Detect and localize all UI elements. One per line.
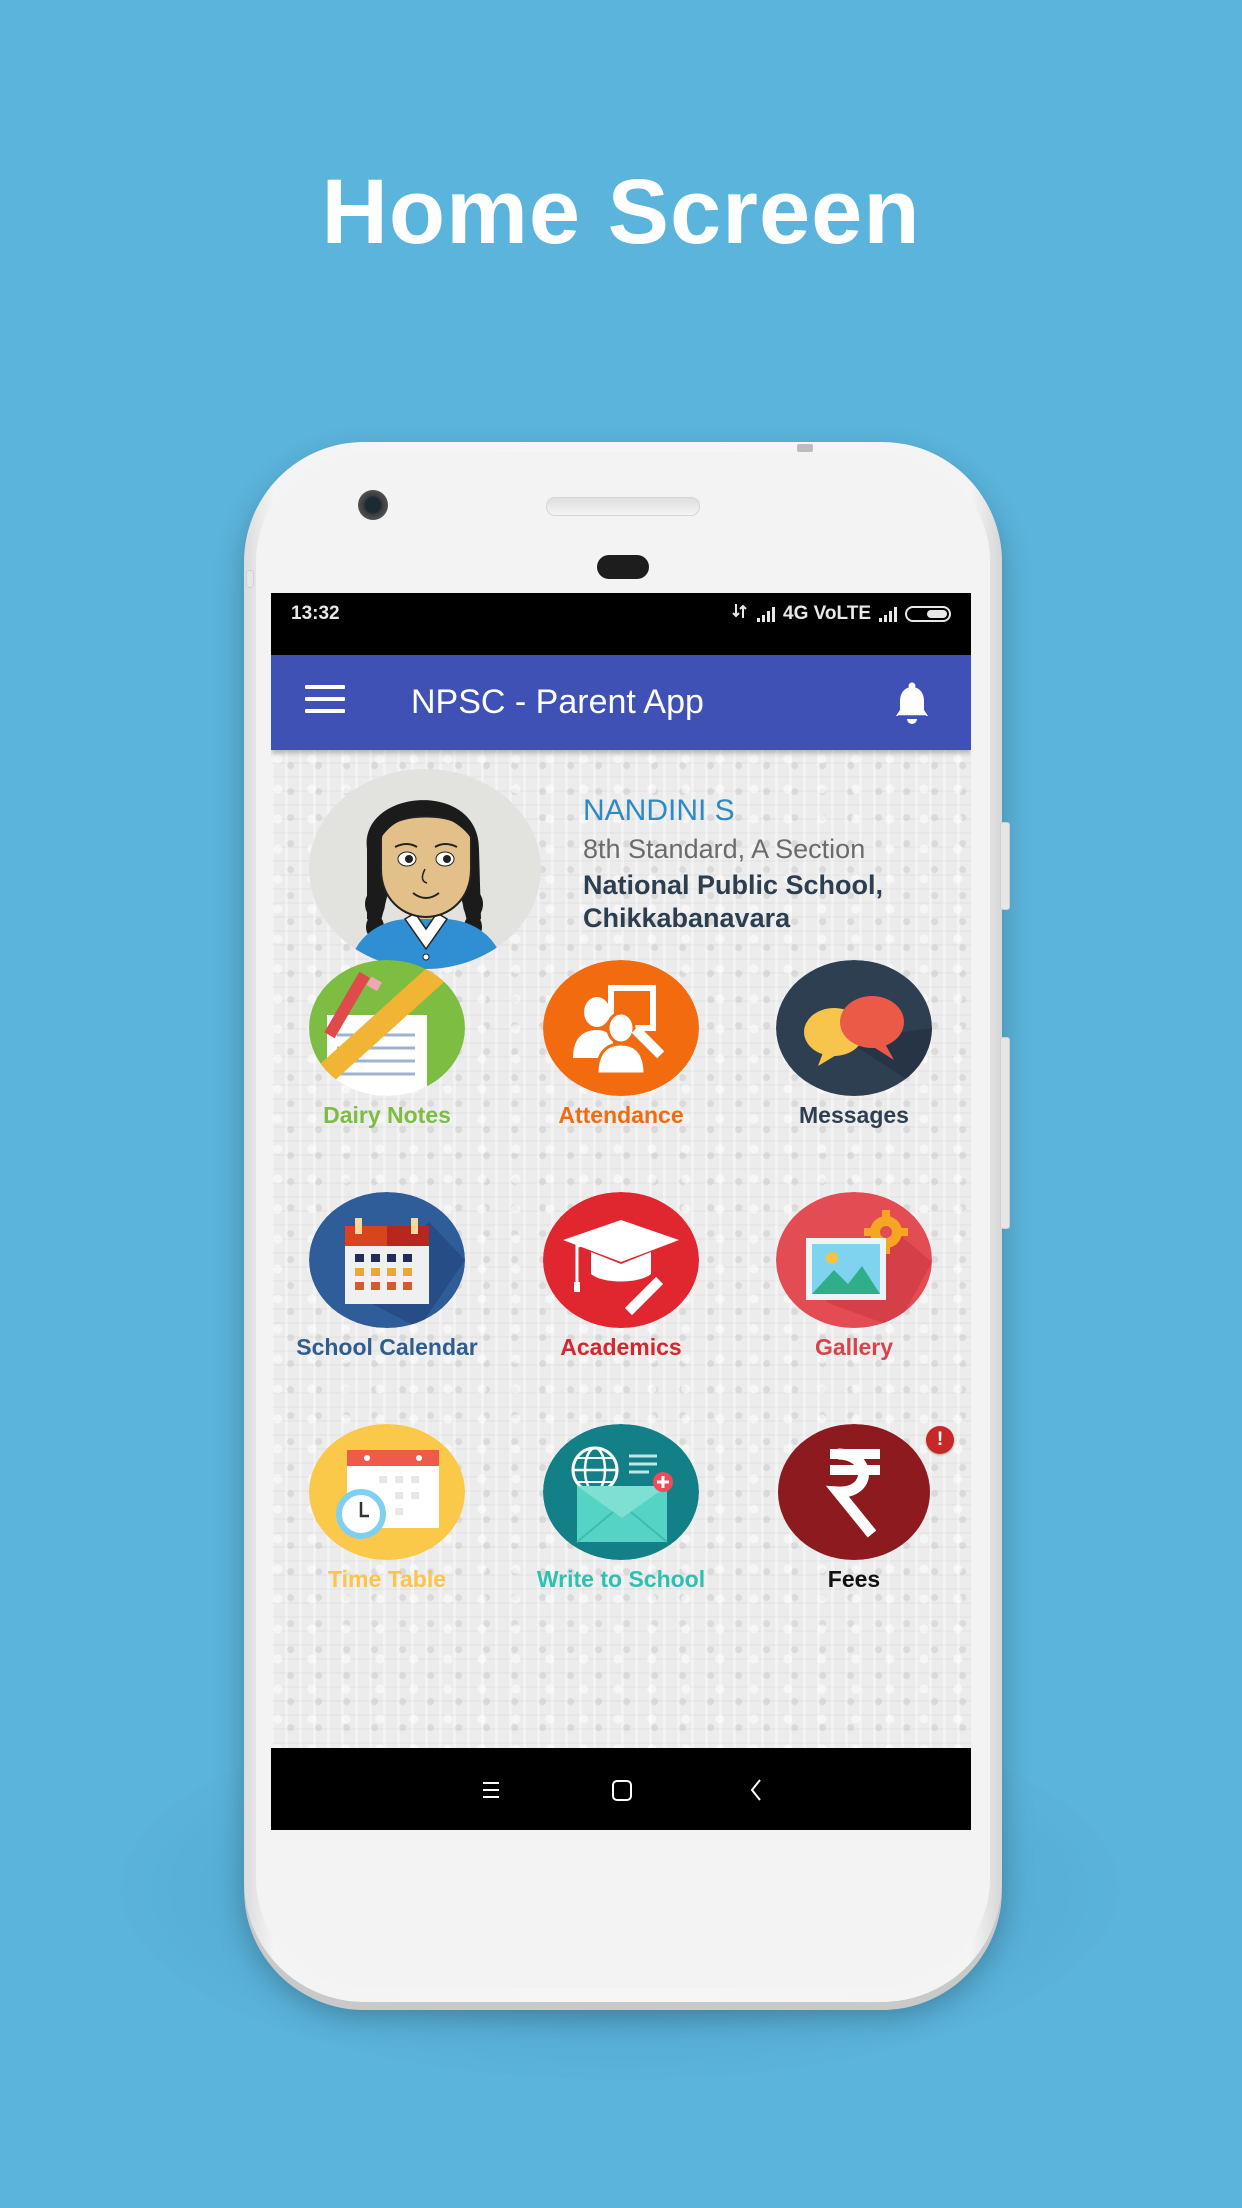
earpiece-speaker — [546, 497, 700, 516]
home-square-icon[interactable] — [600, 1768, 644, 1812]
status-indicators: 4G VoLTE — [731, 602, 951, 626]
recents-menu-icon[interactable] — [469, 1768, 513, 1812]
tile-label: School Calendar — [296, 1334, 478, 1360]
student-profile[interactable]: NANDINI S 8th Standard, A Section Nation… — [309, 763, 949, 973]
tile-label: Messages — [799, 1102, 909, 1128]
status-time: 13:32 — [291, 603, 340, 624]
tile-label: Dairy Notes — [323, 1102, 451, 1128]
student-avatar-illustration — [349, 800, 504, 969]
app-title: NPSC - Parent App — [411, 683, 704, 721]
phone-power-button — [1000, 1037, 1010, 1229]
network-label: 4G VoLTE — [783, 603, 871, 624]
signal-bars-icon — [757, 606, 776, 622]
proximity-sensor — [597, 555, 649, 579]
tile-label: Academics — [560, 1334, 682, 1360]
school-name: National Public School, Chikkabanavara — [583, 869, 943, 935]
fees-alert-badge: ! — [926, 1426, 954, 1454]
school-name-line2: Chikkabanavara — [583, 903, 791, 933]
app-bar: NPSC - Parent App — [271, 655, 971, 750]
calendar-icon — [309, 1192, 465, 1328]
phone-left-button — [246, 570, 254, 588]
mail-globe-icon — [543, 1424, 699, 1560]
back-chevron-icon[interactable] — [734, 1768, 778, 1812]
tile-dairy-notes[interactable]: Dairy Notes — [271, 960, 504, 1170]
phone-screen: 13:32 4G VoLTE NPSC - Parent App NANDINI… — [271, 593, 971, 1830]
tile-label: Fees — [827, 1566, 881, 1592]
signal-bars-icon — [879, 606, 897, 622]
timetable-clock-icon — [309, 1424, 465, 1560]
graduation-cap-icon — [543, 1192, 699, 1328]
tile-label: Write to School — [536, 1566, 706, 1592]
battery-icon — [905, 606, 951, 622]
tile-gallery[interactable]: Gallery — [737, 1192, 971, 1402]
tile-label: Gallery — [815, 1334, 893, 1360]
notebook-pencil-ruler-icon — [309, 960, 465, 1096]
hamburger-menu-icon[interactable] — [305, 685, 345, 719]
front-camera — [358, 490, 388, 520]
tile-write-to-school[interactable]: Write to School — [504, 1424, 738, 1634]
student-class-section: 8th Standard, A Section — [583, 834, 866, 864]
promo-title: Home Screen — [321, 161, 921, 263]
bell-icon[interactable] — [887, 679, 937, 729]
tile-label: Attendance — [558, 1102, 684, 1128]
data-transfer-arrows-icon — [731, 602, 749, 626]
tile-school-calendar[interactable]: School Calendar — [271, 1192, 504, 1402]
home-content: NANDINI S 8th Standard, A Section Nation… — [271, 750, 971, 1748]
tile-time-table[interactable]: Time Table — [271, 1424, 504, 1634]
chat-bubbles-icon — [776, 960, 932, 1096]
users-board-icon — [543, 960, 699, 1096]
tile-attendance[interactable]: Attendance — [504, 960, 738, 1170]
status-bar: 13:32 4G VoLTE — [271, 593, 971, 655]
phone-volume-button — [1000, 822, 1010, 910]
system-nav-bar — [271, 1748, 971, 1830]
tile-messages[interactable]: Messages — [737, 960, 971, 1170]
gallery-image-gear-icon — [776, 1192, 932, 1328]
tile-fees[interactable]: Fees ! — [737, 1424, 971, 1634]
student-avatar — [309, 769, 541, 969]
tile-academics[interactable]: Academics — [504, 1192, 738, 1402]
student-name: NANDINI S — [583, 794, 735, 827]
tile-label: Time Table — [327, 1566, 447, 1592]
phone-top-button — [797, 444, 813, 452]
school-name-line1: National Public School, — [583, 870, 884, 900]
rupee-icon — [776, 1424, 932, 1560]
